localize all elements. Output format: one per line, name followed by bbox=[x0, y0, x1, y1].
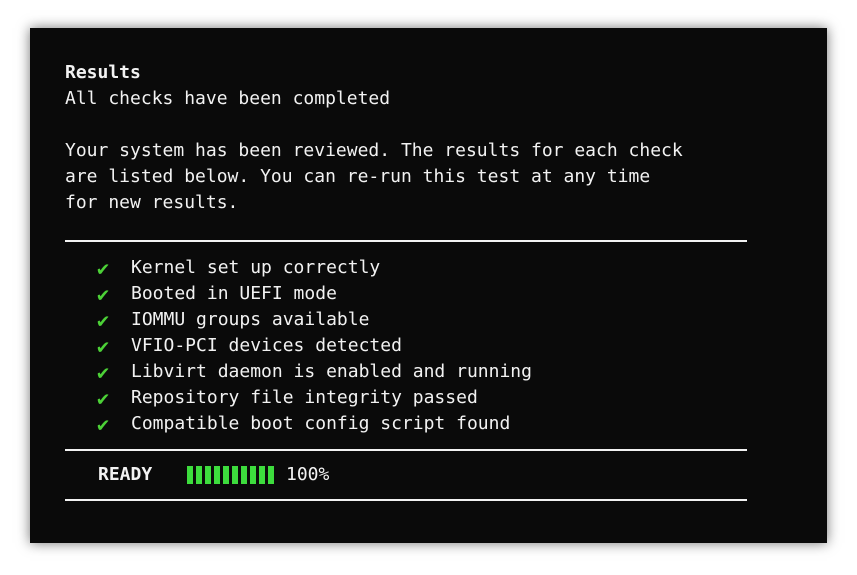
status-row: READY 100% bbox=[65, 451, 747, 499]
progress-segment bbox=[259, 466, 265, 484]
results-subtitle: All checks have been completed bbox=[65, 88, 391, 109]
check-item: ✔ VFIO-PCI devices detected bbox=[97, 333, 747, 359]
status-label: READY bbox=[98, 464, 153, 485]
check-icon: ✔ bbox=[97, 412, 110, 436]
divider bbox=[65, 240, 747, 242]
description-line: for new results. bbox=[65, 192, 239, 213]
results-title: Results bbox=[65, 62, 141, 83]
progress-segment bbox=[223, 466, 229, 484]
description-line: Your system has been reviewed. The resul… bbox=[65, 140, 683, 161]
progress-percent: 100% bbox=[286, 464, 330, 485]
progress-segment bbox=[232, 466, 238, 484]
check-label: Repository file integrity passed bbox=[131, 387, 478, 408]
check-item: ✔ Booted in UEFI mode bbox=[97, 281, 747, 307]
check-item: ✔ Libvirt daemon is enabled and running bbox=[97, 359, 747, 385]
progress-segment bbox=[196, 466, 202, 484]
check-label: VFIO-PCI devices detected bbox=[131, 335, 402, 356]
progress-segment bbox=[214, 466, 220, 484]
check-icon: ✔ bbox=[97, 308, 110, 332]
check-icon: ✔ bbox=[97, 360, 110, 384]
progress-segment bbox=[187, 466, 193, 484]
check-icon: ✔ bbox=[97, 256, 110, 280]
check-icon: ✔ bbox=[97, 282, 110, 306]
results-panel: Results All checks have been completed Y… bbox=[65, 60, 747, 501]
check-item: ✔ Kernel set up correctly bbox=[97, 255, 747, 281]
check-label: Compatible boot config script found bbox=[131, 413, 511, 434]
checks-list: ✔ Kernel set up correctly ✔ Booted in UEFI… bbox=[65, 255, 747, 437]
check-icon: ✔ bbox=[97, 386, 110, 410]
check-icon: ✔ bbox=[97, 334, 110, 358]
check-label: Libvirt daemon is enabled and running bbox=[131, 361, 532, 382]
check-label: Booted in UEFI mode bbox=[131, 283, 337, 304]
progress-segment bbox=[205, 466, 211, 484]
check-label: IOMMU groups available bbox=[131, 309, 370, 330]
description-line: are listed below. You can re-run this te… bbox=[65, 166, 651, 187]
check-item: ✔ Compatible boot config script found bbox=[97, 411, 747, 437]
progress-segment bbox=[268, 466, 274, 484]
check-item: ✔ Repository file integrity passed bbox=[97, 385, 747, 411]
progress-segment bbox=[241, 466, 247, 484]
check-label: Kernel set up correctly bbox=[131, 257, 381, 278]
progress-segment bbox=[250, 466, 256, 484]
check-item: ✔ IOMMU groups available bbox=[97, 307, 747, 333]
divider bbox=[65, 499, 747, 501]
terminal-window: Results All checks have been completed Y… bbox=[30, 28, 827, 543]
progress-bar bbox=[187, 466, 274, 484]
